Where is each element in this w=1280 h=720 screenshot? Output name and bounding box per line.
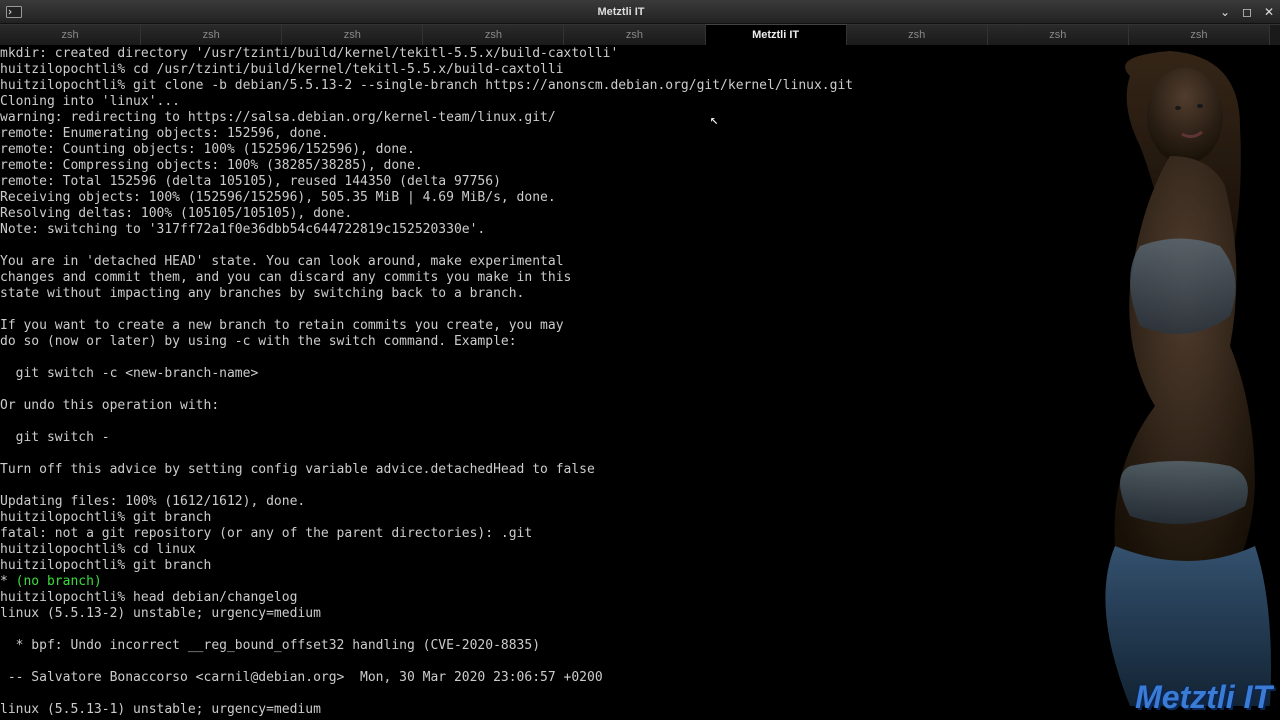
terminal-line (0, 382, 1280, 398)
tab-4[interactable]: zsh (564, 24, 705, 45)
terminal-line: Cloning into 'linux'... (0, 94, 1280, 110)
terminal-line: linux (5.5.13-1) unstable; urgency=mediu… (0, 702, 1280, 718)
tab-8[interactable]: zsh (1129, 24, 1270, 45)
close-button[interactable]: ✕ (1258, 5, 1280, 19)
terminal-line: Resolving deltas: 100% (105105/105105), … (0, 206, 1280, 222)
tab-7[interactable]: zsh (988, 24, 1129, 45)
terminal-line: huitzilopochtli% git branch (0, 558, 1280, 574)
tab-5[interactable]: Metztli IT (706, 24, 847, 45)
window-titlebar: Metztli IT ⌄ ◻ ✕ (0, 0, 1280, 24)
terminal-line (0, 478, 1280, 494)
terminal-line: huitzilopochtli% git branch (0, 510, 1280, 526)
minimize-button[interactable]: ⌄ (1214, 5, 1236, 19)
terminal-line: Updating files: 100% (1612/1612), done. (0, 494, 1280, 510)
terminal-line: fatal: not a git repository (or any of t… (0, 526, 1280, 542)
terminal-line: huitzilopochtli% cd linux (0, 542, 1280, 558)
tab-bar: zshzshzshzshzshMetztli ITzshzshzsh (0, 24, 1280, 46)
terminal-line: remote: Compressing objects: 100% (38285… (0, 158, 1280, 174)
terminal-line: linux (5.5.13-2) unstable; urgency=mediu… (0, 606, 1280, 622)
window-title: Metztli IT (28, 6, 1214, 18)
terminal-line (0, 654, 1280, 670)
terminal-line (0, 414, 1280, 430)
tab-3[interactable]: zsh (423, 24, 564, 45)
terminal-line: -- Salvatore Bonaccorso <carnil@debian.o… (0, 670, 1280, 686)
terminal-line: You are in 'detached HEAD' state. You ca… (0, 254, 1280, 270)
terminal-line: remote: Enumerating objects: 152596, don… (0, 126, 1280, 142)
terminal-line: huitzilopochtli% head debian/changelog (0, 590, 1280, 606)
terminal-line: * (no branch) (0, 574, 1280, 590)
terminal-line (0, 622, 1280, 638)
tab-6[interactable]: zsh (847, 24, 988, 45)
maximize-button[interactable]: ◻ (1236, 5, 1258, 19)
terminal-line: mkdir: created directory '/usr/tzinti/bu… (0, 46, 1280, 62)
tab-0[interactable]: zsh (0, 24, 141, 45)
tab-2[interactable]: zsh (282, 24, 423, 45)
terminal-line (0, 302, 1280, 318)
terminal-line: do so (now or later) by using -c with th… (0, 334, 1280, 350)
terminal-line: Note: switching to '317ff72a1f0e36dbb54c… (0, 222, 1280, 238)
terminal-line: git switch - (0, 430, 1280, 446)
terminal-line: Receiving objects: 100% (152596/152596),… (0, 190, 1280, 206)
terminal-line: warning: redirecting to https://salsa.de… (0, 110, 1280, 126)
terminal-output[interactable]: mkdir: created directory '/usr/tzinti/bu… (0, 46, 1280, 720)
terminal-line: Turn off this advice by setting config v… (0, 462, 1280, 478)
terminal-line: git switch -c <new-branch-name> (0, 366, 1280, 382)
terminal-line: remote: Total 152596 (delta 105105), reu… (0, 174, 1280, 190)
terminal-line: * bpf: Undo incorrect __reg_bound_offset… (0, 638, 1280, 654)
tab-1[interactable]: zsh (141, 24, 282, 45)
terminal-line: state without impacting any branches by … (0, 286, 1280, 302)
terminal-line (0, 238, 1280, 254)
terminal-line: Or undo this operation with: (0, 398, 1280, 414)
terminal-line: huitzilopochtli% cd /usr/tzinti/build/ke… (0, 62, 1280, 78)
tab-scroll-strip[interactable] (1270, 24, 1280, 45)
terminal-line: remote: Counting objects: 100% (152596/1… (0, 142, 1280, 158)
terminal-line: huitzilopochtli% git clone -b debian/5.5… (0, 78, 1280, 94)
terminal-app-icon (6, 5, 22, 19)
terminal-line: If you want to create a new branch to re… (0, 318, 1280, 334)
terminal-line (0, 686, 1280, 702)
terminal-line (0, 446, 1280, 462)
terminal-line (0, 350, 1280, 366)
terminal-line: changes and commit them, and you can dis… (0, 270, 1280, 286)
